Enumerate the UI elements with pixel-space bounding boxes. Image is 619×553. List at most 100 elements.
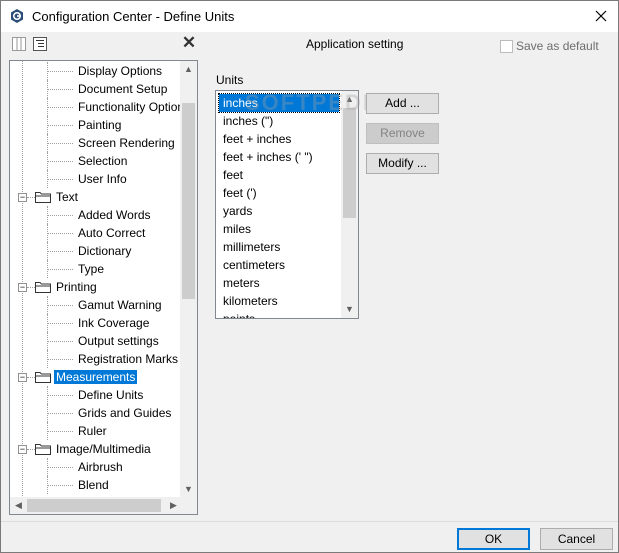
unit-list-item[interactable]: meters	[219, 274, 260, 292]
tree-item-label: User Info	[78, 172, 127, 186]
folder-open-icon	[35, 444, 51, 455]
tree-item[interactable]: Auto Correct	[76, 224, 147, 242]
tree-item-label: Ruler	[78, 424, 107, 438]
tree-item[interactable]: Image/Multimedia	[54, 440, 153, 458]
tree-line	[47, 422, 48, 440]
checkbox-box[interactable]	[500, 39, 513, 53]
footer-divider	[1, 521, 618, 522]
tree-item[interactable]: Document Setup	[76, 80, 169, 98]
scroll-thumb[interactable]	[182, 103, 195, 299]
tree-item[interactable]: Ink Coverage	[76, 314, 151, 332]
collapse-icon[interactable]: −	[18, 193, 27, 202]
tree-vertical-scrollbar[interactable]: ▲ ▼	[180, 61, 197, 498]
tree-item-label: Image/Multimedia	[56, 442, 151, 456]
unit-list-item[interactable]: feet + inches	[219, 130, 291, 148]
tree-item[interactable]: Display Options	[76, 62, 164, 80]
tree-view-icon[interactable]	[33, 37, 47, 51]
units-listbox[interactable]: inches inches (") feet + inches feet + inch…	[215, 90, 359, 319]
tree-item[interactable]: Painting	[76, 116, 123, 134]
tree-line	[47, 116, 48, 134]
tree-line	[47, 395, 73, 396]
tree-item[interactable]: Blend	[76, 476, 111, 494]
grid-view-icon[interactable]	[12, 37, 26, 51]
tree-line	[47, 350, 48, 368]
window-close-button[interactable]	[588, 4, 614, 28]
tree-item[interactable]: Selection	[76, 152, 129, 170]
tree-item[interactable]: Define Units	[76, 386, 145, 404]
tree-item[interactable]: Printing	[54, 278, 99, 296]
tree-item[interactable]: Type	[76, 260, 106, 278]
scroll-up-arrow-icon[interactable]: ▲	[180, 61, 197, 78]
tree-item-label: Screen Rendering	[78, 136, 175, 150]
ok-button[interactable]: OK	[457, 528, 530, 550]
unit-list-item[interactable]: feet	[219, 166, 243, 184]
tree-line	[47, 305, 73, 306]
tree-item[interactable]: Output settings	[76, 332, 161, 350]
tree-item[interactable]: User Info	[76, 170, 129, 188]
unit-list-item[interactable]: kilometers	[219, 292, 278, 310]
close-icon	[595, 10, 607, 22]
unit-list-item[interactable]: miles	[219, 220, 251, 238]
tree-item[interactable]: Functionality Options	[76, 98, 182, 116]
cancel-button[interactable]: Cancel	[540, 528, 613, 550]
tree-item[interactable]: Text	[54, 188, 80, 206]
window-title: Configuration Center - Define Units	[32, 9, 235, 24]
close-panel-icon[interactable]: ✕	[181, 34, 197, 52]
tree-item[interactable]: Measurements	[54, 368, 138, 386]
tree-line	[47, 80, 48, 98]
modify-unit-button[interactable]: Modify ...	[366, 153, 439, 174]
tree-line	[27, 197, 35, 198]
tree-item[interactable]: Registration Marks	[76, 350, 180, 368]
save-as-default-label: Save as default	[516, 39, 599, 53]
unit-list-item[interactable]: yards	[219, 202, 252, 220]
save-as-default-checkbox[interactable]: Save as default	[500, 39, 599, 53]
collapse-icon[interactable]: −	[18, 283, 27, 292]
tree-line	[47, 260, 48, 278]
scroll-thumb[interactable]	[343, 108, 356, 218]
tree-line	[47, 62, 48, 80]
tree-line	[47, 233, 73, 234]
remove-unit-button[interactable]: Remove	[366, 123, 439, 144]
unit-list-item[interactable]: inches (")	[219, 112, 273, 130]
tree-line	[47, 485, 73, 486]
unit-list-item[interactable]: points	[219, 310, 255, 318]
tree-horizontal-scrollbar[interactable]: ◀ ▶	[10, 497, 182, 514]
tree-line	[47, 161, 73, 162]
unit-list-item[interactable]: inches	[218, 93, 340, 113]
tree-item[interactable]: Screen Rendering	[76, 134, 177, 152]
tree-item[interactable]: Gamut Warning	[76, 296, 164, 314]
unit-list-item[interactable]: centimeters	[219, 256, 285, 274]
settings-tree[interactable]: Display Options Document Setup Functionali…	[9, 60, 198, 515]
horizontal-scroll-thumb[interactable]	[27, 499, 161, 512]
scroll-down-arrow-icon[interactable]: ▼	[341, 301, 358, 318]
tree-item[interactable]: Dictionary	[76, 242, 133, 260]
tree-item-label: Functionality Options	[78, 100, 182, 114]
app-icon	[11, 9, 23, 23]
tree-line	[47, 458, 48, 476]
tree-item[interactable]: Grids and Guides	[76, 404, 173, 422]
tree-item[interactable]: Ruler	[76, 422, 109, 440]
tree-items: Display Options Document Setup Functionali…	[10, 61, 182, 498]
tree-item-label: Printing	[56, 280, 97, 294]
units-vertical-scrollbar[interactable]: ▲ ▼	[341, 91, 358, 318]
tree-item-label: Type	[78, 262, 105, 276]
collapse-icon[interactable]: −	[18, 373, 27, 382]
tree-item-label: Measurements	[54, 370, 138, 384]
tree-line	[47, 242, 48, 260]
tree-item-label: Blend	[78, 478, 109, 492]
scroll-up-arrow-icon[interactable]: ▲	[341, 91, 358, 108]
tree-line	[47, 206, 48, 224]
tree-item[interactable]: Airbrush	[76, 458, 125, 476]
unit-list-item[interactable]: feet + inches (' ")	[219, 148, 313, 166]
tree-item-label: Text	[56, 190, 79, 204]
unit-list-item[interactable]: millimeters	[219, 238, 280, 256]
add-unit-button[interactable]: Add ...	[366, 93, 439, 114]
unit-list-item[interactable]: feet (')	[219, 184, 257, 202]
tree-item[interactable]: Added Words	[76, 206, 153, 224]
collapse-icon[interactable]: −	[18, 445, 27, 454]
tree-line	[47, 467, 73, 468]
scroll-left-arrow-icon[interactable]: ◀	[10, 497, 27, 514]
tree-item-label: Painting	[78, 118, 122, 132]
scroll-corner	[180, 497, 197, 514]
scroll-down-arrow-icon[interactable]: ▼	[180, 481, 197, 498]
